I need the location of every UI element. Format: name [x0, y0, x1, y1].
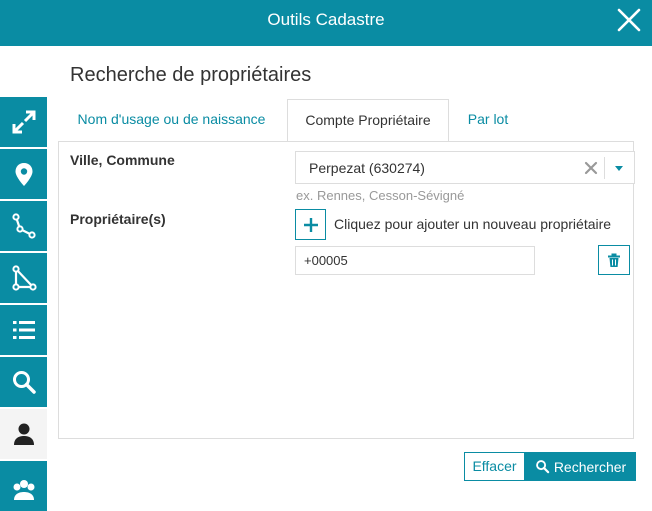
select-divider [604, 157, 605, 179]
line-draw-icon [11, 213, 36, 239]
sidebar-item-line-draw[interactable] [0, 201, 47, 251]
sidebar [0, 97, 47, 511]
sidebar-item-polygon-draw[interactable] [0, 253, 47, 303]
commune-hint: ex. Rennes, Cesson-Sévigné [296, 188, 465, 203]
owners-label: Propriétaire(s) [70, 211, 166, 227]
window-title: Outils Cadastre [267, 10, 385, 29]
plus-icon [303, 217, 318, 232]
commune-select[interactable]: Perpezat (630274) [295, 151, 635, 184]
tab-bar: Nom d'usage ou de naissance Compte Propr… [58, 99, 634, 142]
add-owner-button[interactable] [295, 209, 326, 240]
tab-usage-name[interactable]: Nom d'usage ou de naissance [58, 99, 285, 140]
commune-value: Perpezat (630274) [309, 160, 425, 176]
tab-owner-account[interactable]: Compte Propriétaire [287, 99, 449, 142]
commune-label: Ville, Commune [70, 152, 175, 168]
search-icon [12, 371, 36, 394]
close-icon[interactable] [616, 7, 642, 33]
expand-arrows-icon [12, 110, 35, 134]
sidebar-item-search[interactable] [0, 357, 47, 407]
clear-icon[interactable] [582, 159, 600, 177]
search-button-label: Rechercher [553, 458, 627, 475]
clear-button[interactable]: Effacer [464, 452, 525, 481]
search-form [58, 141, 634, 439]
person-icon [13, 423, 34, 445]
list-icon [12, 321, 35, 339]
chevron-down-icon[interactable] [608, 157, 630, 179]
group-icon [13, 480, 34, 500]
map-pin-icon [15, 163, 32, 186]
app-header: Outils Cadastre [0, 0, 652, 46]
polygon-draw-icon [11, 265, 37, 291]
tab-by-lot[interactable]: Par lot [453, 99, 523, 140]
add-owner-label: Cliquez pour ajouter un nouveau propriét… [334, 216, 612, 232]
sidebar-item-list[interactable] [0, 305, 47, 355]
sidebar-item-owners[interactable] [0, 409, 47, 459]
search-icon [535, 460, 550, 474]
delete-owner-button[interactable] [598, 245, 630, 275]
sidebar-item-groups[interactable] [0, 461, 47, 511]
sidebar-item-zoom-extent[interactable] [0, 97, 47, 147]
trash-icon [608, 253, 620, 267]
sidebar-item-location[interactable] [0, 149, 47, 199]
owner-account-input[interactable] [295, 246, 535, 275]
search-button[interactable]: Rechercher [525, 452, 636, 481]
page-title: Recherche de propriétaires [70, 64, 312, 86]
